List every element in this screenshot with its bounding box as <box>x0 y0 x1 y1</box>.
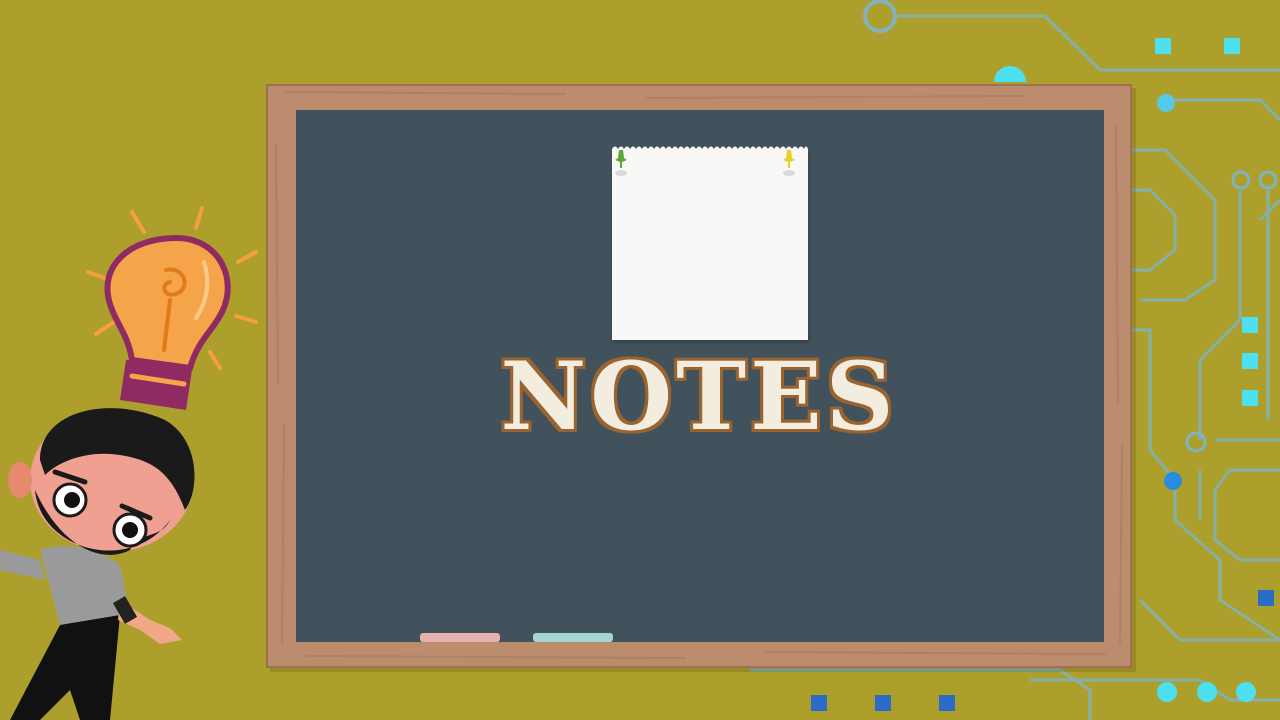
chalkboard: NOTES <box>266 84 1132 668</box>
note-paper[interactable] <box>612 146 808 340</box>
board-title: NOTES <box>500 342 898 452</box>
light-bulb-icon <box>86 206 258 410</box>
blue-chalk <box>533 633 613 642</box>
yellow-push-pin-icon <box>783 150 795 176</box>
cartoon-character <box>0 408 195 720</box>
pink-chalk <box>420 633 500 642</box>
green-push-pin-icon <box>615 150 627 176</box>
paper-torn-edge <box>612 146 808 154</box>
